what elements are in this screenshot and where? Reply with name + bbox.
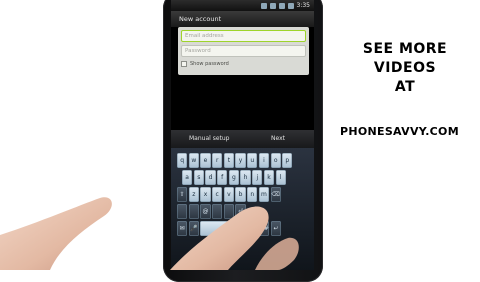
keyboard-key[interactable] [223, 204, 235, 219]
screen-title: New account [171, 11, 314, 27]
keyboard-key[interactable]: q [177, 153, 188, 168]
keyboard-key[interactable]: h [240, 170, 251, 185]
keyboard-key[interactable]: o [270, 153, 281, 168]
keyboard-key[interactable]: e [200, 153, 211, 168]
keyboard-key[interactable]: 12# [255, 221, 270, 236]
next-button[interactable]: Next [271, 130, 285, 148]
keyboard-key[interactable] [200, 221, 243, 236]
show-password-row[interactable]: Show password [181, 61, 229, 67]
keyboard-key[interactable]: d [205, 170, 216, 185]
promo-website: PHONESAVVY.COM [340, 125, 459, 138]
promo-line-2: VIDEOS [373, 60, 437, 76]
keyboard-key[interactable]: l [275, 170, 286, 185]
keyboard-key[interactable]: s [193, 170, 204, 185]
manual-setup-button[interactable]: Manual setup [189, 130, 230, 148]
keyboard-key[interactable] [212, 204, 223, 219]
keyboard-key[interactable]: b [235, 187, 246, 202]
password-field[interactable]: Password [181, 45, 306, 57]
battery-icon [287, 2, 294, 9]
keyboard-key[interactable]: ↵ [270, 221, 282, 236]
keyboard-key[interactable]: f [217, 170, 228, 185]
keyboard-key[interactable]: 🎤 [188, 221, 199, 236]
keyboard-key[interactable]: i [258, 153, 270, 168]
wifi-icon [269, 2, 276, 9]
promo-text: SEE MORE VIDEOS AT [330, 40, 480, 97]
keyboard-key[interactable]: k [263, 170, 275, 185]
keyboard-key[interactable]: ⇧ [177, 187, 188, 202]
keyboard-key[interactable]: n [247, 187, 258, 202]
keyboard-key[interactable]: c [212, 187, 223, 202]
keyboard-key[interactable]: r [212, 153, 223, 168]
keyboard-key[interactable]: w [188, 153, 199, 168]
email-field[interactable]: Email address [181, 30, 306, 42]
status-time: 3:35 [296, 2, 310, 9]
on-screen-keyboard: qwertyuiop asdfghjkl ⇧ z x c v b n m ⌫ @ ⏎ ✉ 🎤 12# ↵ [171, 148, 314, 270]
keyboard-key[interactable]: @ [200, 204, 211, 219]
empty-screen-area [171, 75, 314, 130]
keyboard-key[interactable]: ⏎ [235, 204, 246, 219]
keyboard-key[interactable]: ✉ [177, 221, 188, 236]
keyboard-key[interactable]: u [247, 153, 258, 168]
keyboard-key[interactable]: z [188, 187, 199, 202]
keyboard-key[interactable]: g [228, 170, 240, 185]
keyboard-row-4: @ ⏎ [177, 204, 246, 219]
promo-line-3: AT [394, 79, 416, 95]
keyboard-key[interactable]: ⌫ [270, 187, 281, 202]
keyboard-key[interactable] [188, 204, 199, 219]
keyboard-row-2: asdfghjkl [182, 170, 286, 185]
usb-icon [260, 2, 267, 9]
keyboard-key[interactable]: p [282, 153, 293, 168]
keyboard-key[interactable]: v [223, 187, 235, 202]
signal-icon [278, 2, 285, 9]
keyboard-key[interactable] [243, 221, 255, 236]
promo-line-1: SEE MORE [362, 41, 448, 57]
keyboard-key[interactable]: t [223, 153, 235, 168]
account-form: Email address Password Show password [178, 27, 309, 75]
keyboard-key[interactable]: y [235, 153, 246, 168]
keyboard-row-1: qwertyuiop [177, 153, 293, 168]
phone-screen: 3:35 New account Email address Password … [171, 0, 314, 270]
keyboard-key[interactable] [177, 204, 188, 219]
show-password-checkbox[interactable] [181, 61, 187, 67]
status-bar: 3:35 [171, 0, 314, 11]
keyboard-row-3: ⇧ z x c v b n m ⌫ [177, 187, 281, 202]
keyboard-key[interactable]: j [252, 170, 263, 185]
action-bar: Manual setup Next [171, 130, 314, 148]
keyboard-key[interactable]: a [182, 170, 193, 185]
keyboard-row-5: ✉ 🎤 12# ↵ [177, 221, 282, 236]
show-password-label: Show password [190, 61, 229, 67]
video-frame: 3:35 New account Email address Password … [0, 0, 480, 282]
keyboard-key[interactable]: x [200, 187, 211, 202]
keyboard-key[interactable]: m [258, 187, 270, 202]
